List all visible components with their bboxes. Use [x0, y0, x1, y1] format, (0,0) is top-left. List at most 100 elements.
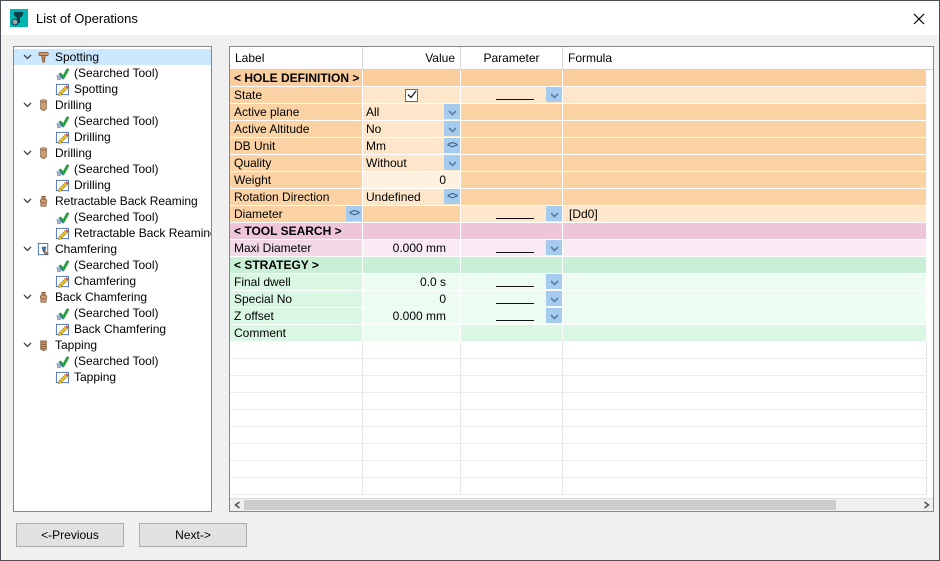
value-cell[interactable]: 0.0 s — [363, 274, 461, 291]
spinner-button[interactable]: <> — [346, 206, 362, 221]
chevron-down-icon[interactable] — [19, 193, 35, 209]
value-cell[interactable]: Undefined<> — [363, 189, 461, 206]
row-label: Maxi Diameter — [230, 240, 363, 257]
chevron-down-icon[interactable] — [19, 289, 35, 305]
section-row-tool-search: < TOOL SEARCH > — [230, 223, 933, 240]
column-header-label: Label — [230, 47, 363, 69]
section-row-strategy: < STRATEGY > — [230, 257, 933, 274]
tree-child-chamfering[interactable]: Chamfering — [14, 273, 211, 289]
parameter-cell[interactable] — [461, 291, 563, 308]
value-cell[interactable]: Without — [363, 155, 461, 172]
spinner-button[interactable]: <> — [444, 138, 460, 153]
row-label: Z offset — [230, 308, 363, 325]
value-cell[interactable]: 0.000 mm — [363, 308, 461, 325]
chevron-down-icon[interactable] — [19, 337, 35, 353]
chevron-down-icon[interactable] — [19, 97, 35, 113]
tree-child-searched-tool[interactable]: (Searched Tool) — [14, 161, 211, 177]
param-row-state: State — [230, 87, 933, 104]
tree-child-searched-tool[interactable]: (Searched Tool) — [14, 353, 211, 369]
empty-cell — [363, 393, 461, 410]
previous-button[interactable]: <-Previous — [16, 523, 124, 547]
formula-cell[interactable] — [563, 240, 927, 257]
scroll-right-icon[interactable] — [919, 499, 933, 511]
tree-item-back-chamfering[interactable]: Back Chamfering — [14, 289, 211, 305]
tree-child-searched-tool[interactable]: (Searched Tool) — [14, 113, 211, 129]
empty-cell — [563, 393, 927, 410]
horizontal-scrollbar[interactable] — [230, 498, 933, 511]
tree-child-searched-tool[interactable]: (Searched Tool) — [14, 305, 211, 321]
title-bar: List of Operations — [1, 1, 939, 35]
tree-child-drilling[interactable]: Drilling — [14, 129, 211, 145]
value-cell[interactable] — [363, 87, 461, 104]
tree-item-drilling[interactable]: Drilling — [14, 97, 211, 113]
formula-cell[interactable]: [Dd0] — [563, 206, 927, 223]
value-cell[interactable]: All — [363, 104, 461, 121]
formula-cell[interactable] — [563, 274, 927, 291]
state-checkbox[interactable] — [405, 89, 418, 102]
row-label: Active plane — [230, 104, 363, 121]
value-cell[interactable]: 0 — [363, 172, 461, 189]
tree-child-retractable-back-reaming[interactable]: Retractable Back Reaming — [14, 225, 211, 241]
section-row-hole-definition: < HOLE DEFINITION > — [230, 70, 933, 87]
chevron-down-icon[interactable] — [19, 49, 35, 65]
tree-child-searched-tool[interactable]: (Searched Tool) — [14, 65, 211, 81]
operation-edit-icon — [54, 321, 70, 337]
parameter-placeholder — [496, 311, 534, 321]
formula-cell — [563, 189, 927, 206]
operations-tree: Spotting(Searched Tool)SpottingDrilling(… — [13, 46, 212, 512]
tree-child-tapping[interactable]: Tapping — [14, 369, 211, 385]
value-cell[interactable]: 0.000 mm — [363, 240, 461, 257]
scroll-left-icon[interactable] — [230, 499, 244, 511]
close-icon[interactable] — [909, 9, 929, 29]
section-cell — [563, 70, 927, 87]
value-cell[interactable] — [363, 325, 461, 342]
dropdown-button[interactable] — [546, 308, 562, 323]
value-cell[interactable]: Mm<> — [363, 138, 461, 155]
parameter-cell[interactable] — [461, 274, 563, 291]
empty-cell — [230, 359, 363, 376]
parameter-cell[interactable] — [461, 308, 563, 325]
row-label: Active Altitude — [230, 121, 363, 138]
tree-item-drilling[interactable]: Drilling — [14, 145, 211, 161]
next-button[interactable]: Next-> — [139, 523, 247, 547]
parameter-cell — [461, 325, 563, 342]
value-cell[interactable]: 0 — [363, 291, 461, 308]
tree-child-drilling[interactable]: Drilling — [14, 177, 211, 193]
value-cell[interactable] — [363, 206, 461, 223]
formula-cell[interactable] — [563, 308, 927, 325]
formula-cell[interactable] — [563, 87, 927, 104]
spinner-button[interactable]: <> — [444, 189, 460, 204]
parameter-cell[interactable] — [461, 87, 563, 104]
tree-item-spotting[interactable]: Spotting — [14, 49, 211, 65]
value-cell[interactable]: No — [363, 121, 461, 138]
dropdown-button[interactable] — [444, 104, 460, 119]
chevron-down-icon[interactable] — [19, 145, 35, 161]
tree-item-tapping[interactable]: Tapping — [14, 337, 211, 353]
dropdown-button[interactable] — [444, 121, 460, 136]
tree-child-back-chamfering[interactable]: Back Chamfering — [14, 321, 211, 337]
tree-child-spotting[interactable]: Spotting — [14, 81, 211, 97]
param-row-rotation-direction: Rotation DirectionUndefined<> — [230, 189, 933, 206]
parameter-cell[interactable] — [461, 240, 563, 257]
tree-child-searched-tool[interactable]: (Searched Tool) — [14, 209, 211, 225]
empty-row — [230, 461, 933, 478]
dropdown-button[interactable] — [546, 87, 562, 102]
dropdown-button[interactable] — [546, 240, 562, 255]
dropdown-button[interactable] — [546, 291, 562, 306]
tree-child-searched-tool[interactable]: (Searched Tool) — [14, 257, 211, 273]
dropdown-button[interactable] — [444, 155, 460, 170]
dropdown-button[interactable] — [546, 206, 562, 221]
dropdown-chevron-icon — [550, 207, 559, 221]
parameter-cell — [461, 138, 563, 155]
scrollbar-thumb[interactable] — [244, 500, 836, 510]
tree-item-chamfering[interactable]: Chamfering — [14, 241, 211, 257]
operation-edit-icon — [54, 273, 70, 289]
formula-cell[interactable] — [563, 291, 927, 308]
chevron-down-icon[interactable] — [19, 241, 35, 257]
tree-item-retractable-back-reaming[interactable]: Retractable Back Reaming — [14, 193, 211, 209]
row-label: Quality — [230, 155, 363, 172]
empty-cell — [230, 461, 363, 478]
dropdown-button[interactable] — [546, 274, 562, 289]
tree-item-label: Drilling — [55, 146, 96, 160]
parameter-cell[interactable] — [461, 206, 563, 223]
